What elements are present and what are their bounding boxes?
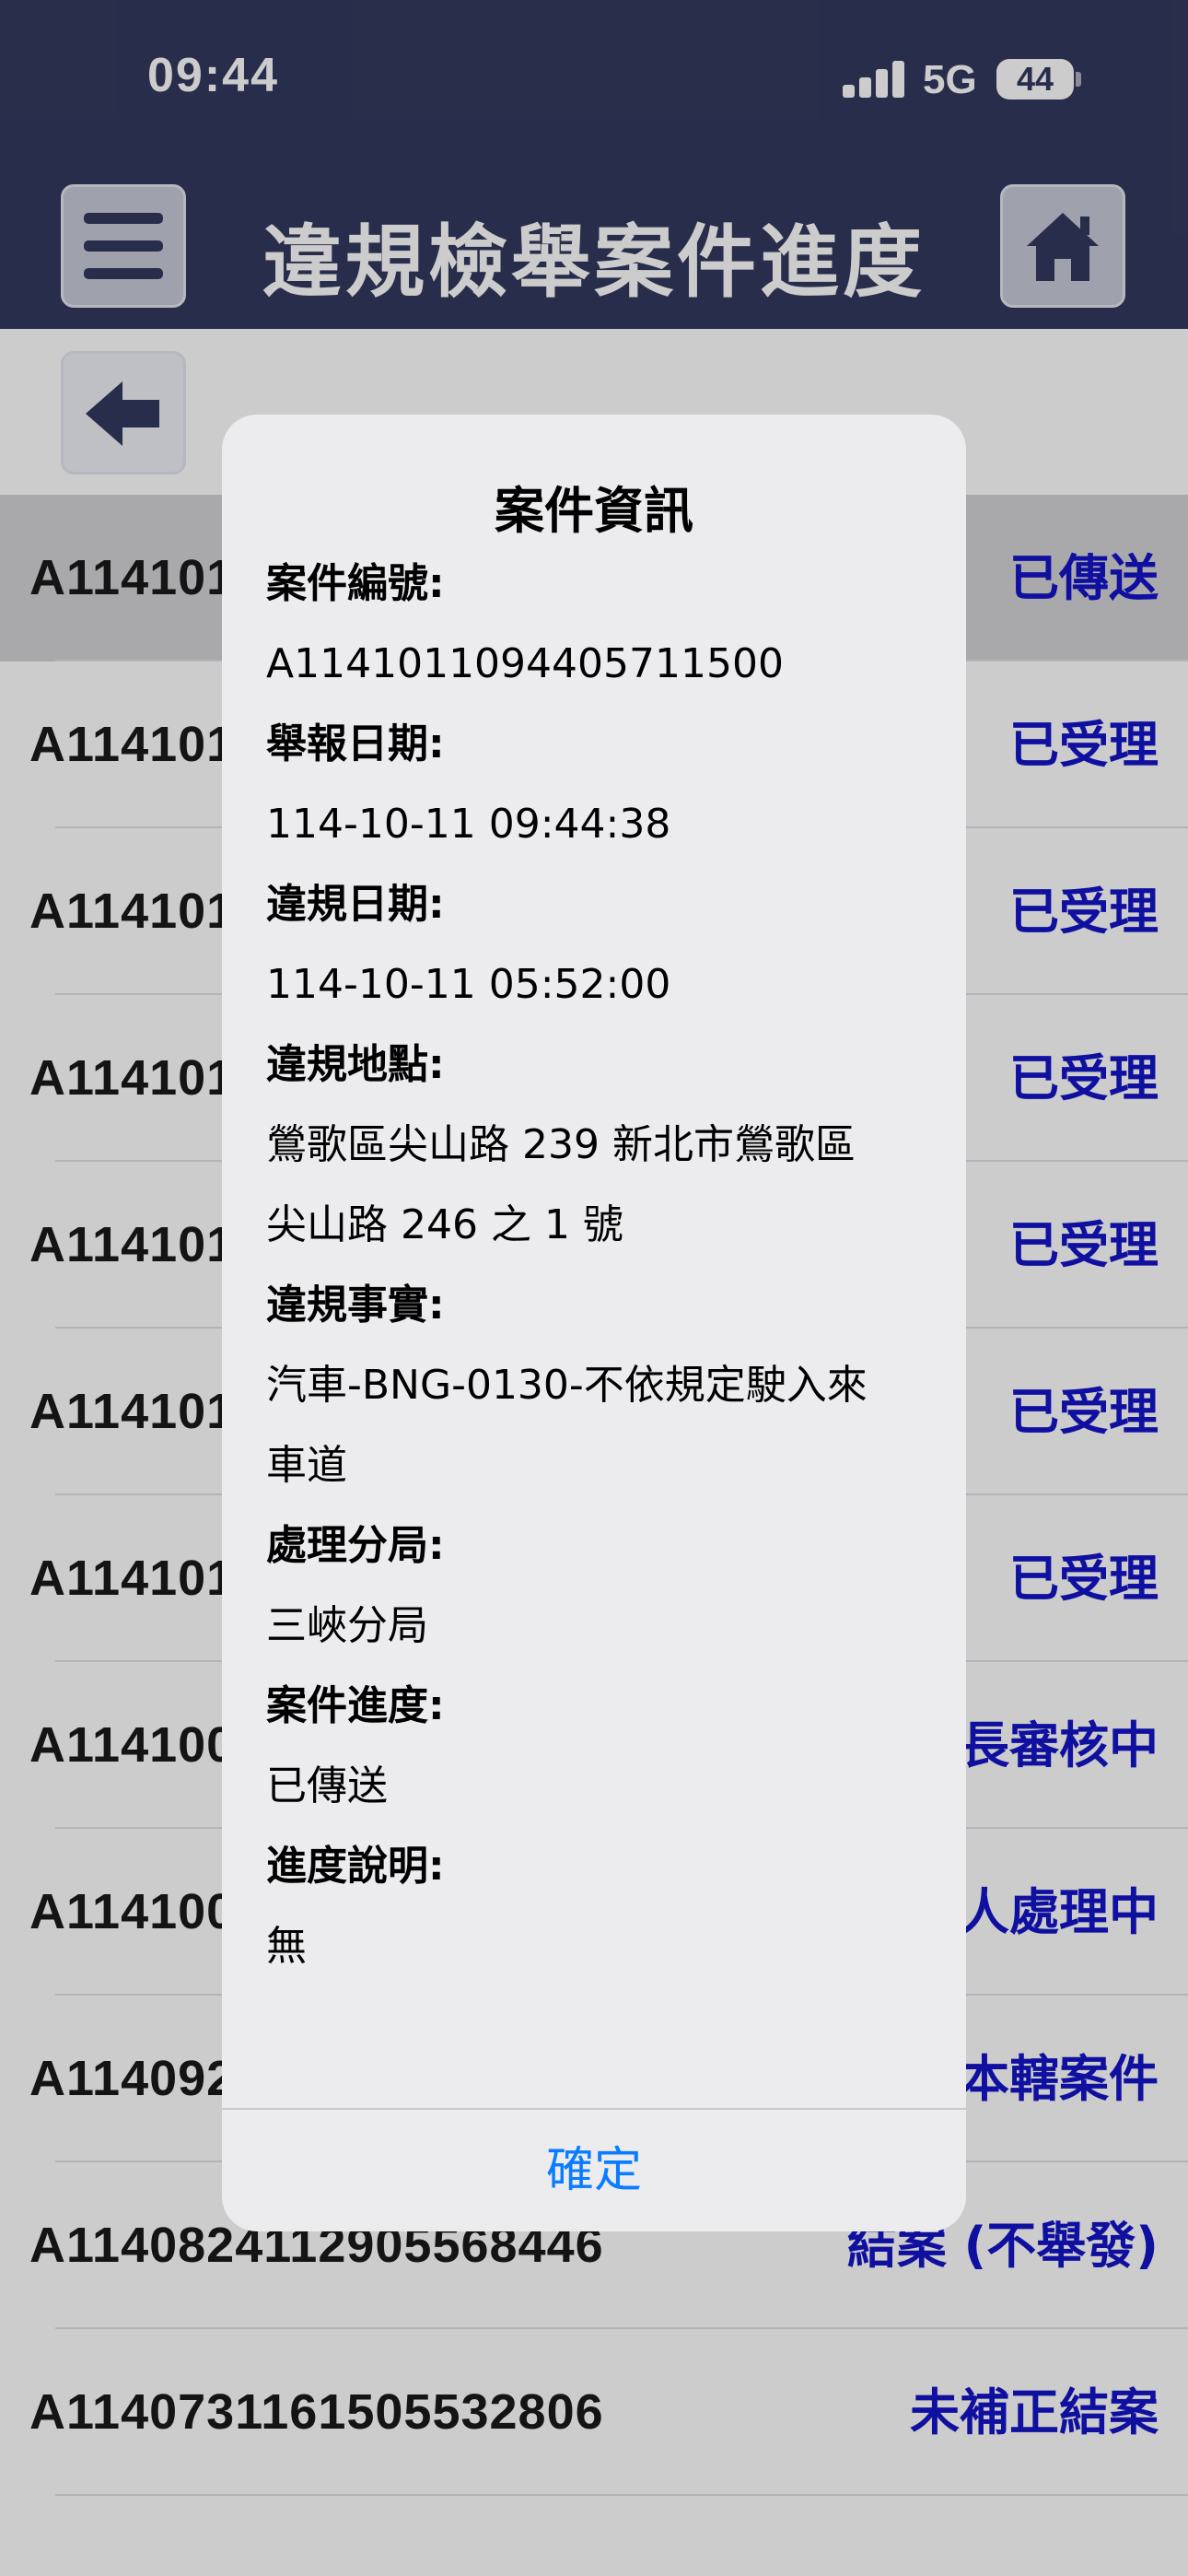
field-label-violation-fact: 違規事實: [266, 1282, 445, 1329]
field-value-violation-fact: 車道 [266, 1442, 347, 1489]
field-value-violation-location: 尖山路 246 之 1 號 [266, 1201, 623, 1248]
field-label-report-date: 舉報日期: [266, 720, 445, 767]
field-value-case-number: A1141011094405711500 [266, 640, 784, 687]
dialog-title: 案件資訊 [495, 482, 693, 540]
field-value-violation-location: 鶯歌區尖山路 239 新北市鶯歌區 [266, 1121, 856, 1168]
field-label-violation-date: 違規日期: [266, 881, 445, 928]
field-value-violation-date: 114-10-11 05:52:00 [266, 961, 671, 1008]
field-value-progress: 已傳送 [266, 1762, 388, 1809]
field-label-progress: 案件進度: [266, 1682, 445, 1729]
field-label-precinct: 處理分局: [266, 1522, 445, 1569]
dialog-body: 案件編號: A1141011094405711500 舉報日期: 114-10-… [266, 544, 948, 1986]
field-label-progress-note: 進度說明: [266, 1843, 445, 1890]
confirm-button[interactable]: 確定 [222, 2110, 966, 2231]
field-value-precinct: 三峽分局 [266, 1602, 428, 1649]
field-value-progress-note: 無 [266, 1923, 307, 1970]
field-value-report-date: 114-10-11 09:44:38 [266, 801, 671, 848]
field-value-violation-fact: 汽車-BNG-0130-不依規定駛入來 [266, 1362, 868, 1409]
case-info-dialog: 案件資訊 案件編號: A1141011094405711500 舉報日期: 11… [222, 415, 966, 2231]
field-label-violation-location: 違規地點: [266, 1041, 445, 1088]
field-label-case-number: 案件編號: [266, 560, 445, 607]
